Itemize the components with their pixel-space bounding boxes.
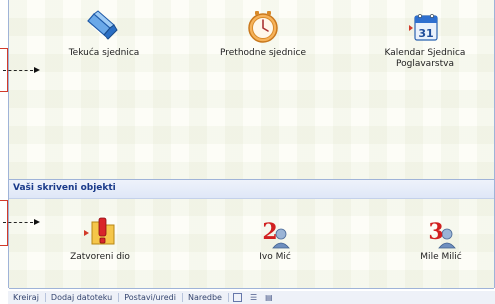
tile-mile-milic[interactable]: 3 Mile Milić bbox=[376, 212, 495, 263]
tile-label-line2: Poglavarstva bbox=[396, 59, 454, 69]
exclamation-folder-icon bbox=[84, 217, 115, 245]
books-icon bbox=[87, 10, 118, 40]
tile-label: Ivo Mić bbox=[259, 252, 291, 262]
details-icon[interactable]: ▤ bbox=[265, 293, 273, 302]
tile-prethodne-sjednice[interactable]: Prethodne sjednice bbox=[198, 8, 328, 59]
tile-kalendar-sjednica[interactable]: 31 Kalendar Sjednica Poglavarstva bbox=[360, 8, 490, 70]
user-number-3-icon: 3 bbox=[428, 219, 456, 249]
dashed-arrow-bottom bbox=[3, 222, 33, 224]
tile-tekuca-sjednica[interactable]: Tekuća sjednica bbox=[39, 8, 169, 59]
status-toolbar: Kreiraj Dodaj datoteku Postavi/uredi Nar… bbox=[8, 291, 495, 304]
toolbar-naredbe[interactable]: Naredbe bbox=[183, 293, 229, 302]
tile-ivo-mic[interactable]: 2 Ivo Mić bbox=[210, 212, 340, 263]
user-badge-number: 3 bbox=[428, 219, 443, 245]
section-title: Vaši skriveni objekti bbox=[13, 183, 116, 193]
user-badge-number: 2 bbox=[262, 219, 277, 245]
tile-label: Prethodne sjednice bbox=[220, 48, 306, 58]
tile-label-line1: Kalendar Sjednica bbox=[384, 48, 466, 58]
toolbar-kreiraj[interactable]: Kreiraj bbox=[8, 293, 46, 302]
tile-label: Tekuća sjednica bbox=[68, 48, 140, 58]
section-header: Vaši skriveni objekti bbox=[9, 179, 494, 199]
toolbar-dodaj-datoteku[interactable]: Dodaj datoteku bbox=[46, 293, 120, 302]
dashed-arrow-top bbox=[3, 70, 33, 72]
arrowhead-top bbox=[34, 67, 40, 73]
square-icon[interactable] bbox=[232, 293, 242, 302]
calendar-day-number: 31 bbox=[418, 27, 433, 40]
calendar-icon: 31 bbox=[409, 14, 438, 41]
tile-label: Zatvoreni dio bbox=[70, 252, 130, 262]
clock-icon bbox=[248, 11, 278, 43]
panel-bottom-border bbox=[9, 288, 494, 289]
list-icon[interactable]: ☰ bbox=[250, 293, 257, 302]
toolbar-postavi-uredi[interactable]: Postavi/uredi bbox=[119, 293, 183, 302]
tile-label: Mile Milić bbox=[420, 252, 462, 262]
tile-zatvoreni-dio[interactable]: Zatvoreni dio bbox=[35, 212, 165, 263]
user-number-2-icon: 2 bbox=[262, 219, 290, 249]
